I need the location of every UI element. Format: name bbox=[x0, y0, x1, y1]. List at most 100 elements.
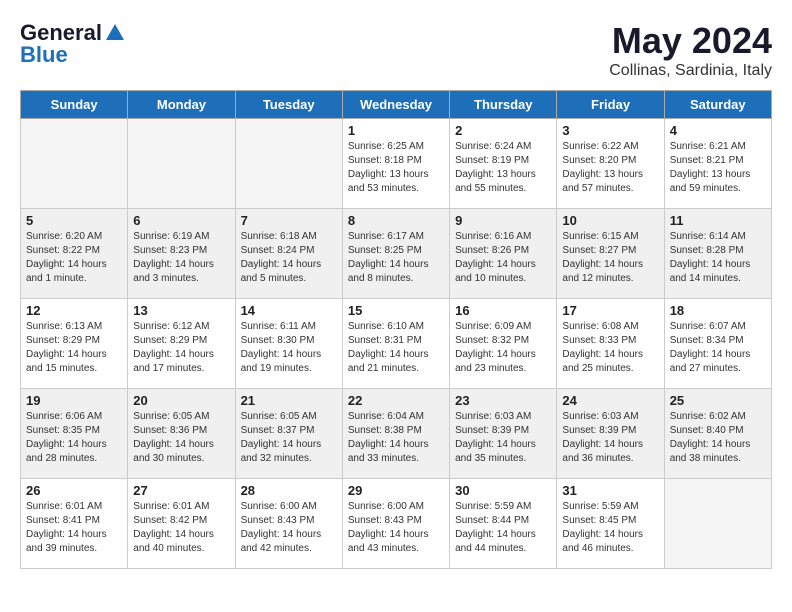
day-number: 28 bbox=[241, 483, 337, 498]
day-number: 4 bbox=[670, 123, 766, 138]
calendar-week-5: 26Sunrise: 6:01 AMSunset: 8:41 PMDayligh… bbox=[21, 479, 772, 569]
day-info: Sunrise: 6:20 AMSunset: 8:22 PMDaylight:… bbox=[26, 230, 122, 286]
calendar-day: 23 Sunrise: 6:03 AMSunset: 8:39 PMDayligh… bbox=[450, 389, 557, 479]
day-number: 6 bbox=[133, 213, 229, 228]
day-info: Sunrise: 6:06 AMSunset: 8:35 PMDaylight:… bbox=[26, 410, 122, 466]
calendar-week-4: 19 Sunrise: 6:06 AMSunset: 8:35 PMDayligh… bbox=[21, 389, 772, 479]
calendar-day: 2 Sunrise: 6:24 AMSunset: 8:19 PMDaylight… bbox=[450, 119, 557, 209]
day-number: 16 bbox=[455, 303, 551, 318]
day-info: Sunrise: 6:15 AMSunset: 8:27 PMDaylight:… bbox=[562, 230, 658, 286]
day-info: Sunrise: 6:17 AMSunset: 8:25 PMDaylight:… bbox=[348, 230, 444, 286]
day-number: 24 bbox=[562, 393, 658, 408]
day-number: 25 bbox=[670, 393, 766, 408]
day-info: Sunrise: 6:10 AMSunset: 8:31 PMDaylight:… bbox=[348, 320, 444, 376]
calendar-day bbox=[235, 119, 342, 209]
weekday-header-wednesday: Wednesday bbox=[342, 91, 449, 119]
day-info: Sunrise: 6:03 AMSunset: 8:39 PMDaylight:… bbox=[562, 410, 658, 466]
day-number: 10 bbox=[562, 213, 658, 228]
day-number: 29 bbox=[348, 483, 444, 498]
day-number: 21 bbox=[241, 393, 337, 408]
day-number: 22 bbox=[348, 393, 444, 408]
calendar-day: 16 Sunrise: 6:09 AMSunset: 8:32 PMDayligh… bbox=[450, 299, 557, 389]
calendar-day: 12Sunrise: 6:13 AMSunset: 8:29 PMDayligh… bbox=[21, 299, 128, 389]
day-number: 13 bbox=[133, 303, 229, 318]
day-info: Sunrise: 6:18 AMSunset: 8:24 PMDaylight:… bbox=[241, 230, 337, 286]
calendar-day bbox=[21, 119, 128, 209]
month-title: May 2024 bbox=[609, 20, 772, 62]
calendar-day: 10 Sunrise: 6:15 AMSunset: 8:27 PMDayligh… bbox=[557, 209, 664, 299]
calendar-day bbox=[664, 479, 771, 569]
calendar-day: 20 Sunrise: 6:05 AMSunset: 8:36 PMDayligh… bbox=[128, 389, 235, 479]
calendar-day: 1 Sunrise: 6:25 AMSunset: 8:18 PMDaylight… bbox=[342, 119, 449, 209]
day-info: Sunrise: 6:04 AMSunset: 8:38 PMDaylight:… bbox=[348, 410, 444, 466]
calendar-day: 28 Sunrise: 6:00 AMSunset: 8:43 PMDayligh… bbox=[235, 479, 342, 569]
calendar-day: 19 Sunrise: 6:06 AMSunset: 8:35 PMDayligh… bbox=[21, 389, 128, 479]
calendar-day: 4 Sunrise: 6:21 AMSunset: 8:21 PMDaylight… bbox=[664, 119, 771, 209]
day-number: 5 bbox=[26, 213, 122, 228]
day-info: Sunrise: 6:01 AMSunset: 8:41 PMDaylight:… bbox=[26, 500, 122, 556]
day-info: Sunrise: 6:05 AMSunset: 8:37 PMDaylight:… bbox=[241, 410, 337, 466]
day-info: Sunrise: 6:07 AMSunset: 8:34 PMDaylight:… bbox=[670, 320, 766, 376]
calendar-day bbox=[128, 119, 235, 209]
weekday-header-tuesday: Tuesday bbox=[235, 91, 342, 119]
calendar-day: 17 Sunrise: 6:08 AMSunset: 8:33 PMDayligh… bbox=[557, 299, 664, 389]
calendar-day: 24 Sunrise: 6:03 AMSunset: 8:39 PMDayligh… bbox=[557, 389, 664, 479]
weekday-header-friday: Friday bbox=[557, 91, 664, 119]
day-number: 1 bbox=[348, 123, 444, 138]
day-info: Sunrise: 5:59 AMSunset: 8:44 PMDaylight:… bbox=[455, 500, 551, 556]
calendar-day: 7 Sunrise: 6:18 AMSunset: 8:24 PMDaylight… bbox=[235, 209, 342, 299]
calendar-day: 30 Sunrise: 5:59 AMSunset: 8:44 PMDayligh… bbox=[450, 479, 557, 569]
day-number: 31 bbox=[562, 483, 658, 498]
calendar-day: 5 Sunrise: 6:20 AMSunset: 8:22 PMDaylight… bbox=[21, 209, 128, 299]
day-number: 3 bbox=[562, 123, 658, 138]
day-number: 12 bbox=[26, 303, 122, 318]
day-number: 17 bbox=[562, 303, 658, 318]
day-number: 23 bbox=[455, 393, 551, 408]
day-number: 8 bbox=[348, 213, 444, 228]
day-number: 14 bbox=[241, 303, 337, 318]
day-info: Sunrise: 6:08 AMSunset: 8:33 PMDaylight:… bbox=[562, 320, 658, 376]
day-number: 9 bbox=[455, 213, 551, 228]
day-info: Sunrise: 5:59 AMSunset: 8:45 PMDaylight:… bbox=[562, 500, 658, 556]
title-block: May 2024 Collinas, Sardinia, Italy bbox=[609, 20, 772, 80]
calendar-day: 3 Sunrise: 6:22 AMSunset: 8:20 PMDaylight… bbox=[557, 119, 664, 209]
calendar-day: 22 Sunrise: 6:04 AMSunset: 8:38 PMDayligh… bbox=[342, 389, 449, 479]
calendar-day: 13 Sunrise: 6:12 AMSunset: 8:29 PMDayligh… bbox=[128, 299, 235, 389]
logo-icon bbox=[104, 22, 126, 44]
calendar-day: 14Sunrise: 6:11 AMSunset: 8:30 PMDayligh… bbox=[235, 299, 342, 389]
day-info: Sunrise: 6:25 AMSunset: 8:18 PMDaylight:… bbox=[348, 140, 444, 196]
day-number: 30 bbox=[455, 483, 551, 498]
day-info: Sunrise: 6:14 AMSunset: 8:28 PMDaylight:… bbox=[670, 230, 766, 286]
calendar-day: 18Sunrise: 6:07 AMSunset: 8:34 PMDayligh… bbox=[664, 299, 771, 389]
day-number: 15 bbox=[348, 303, 444, 318]
day-number: 2 bbox=[455, 123, 551, 138]
location: Collinas, Sardinia, Italy bbox=[609, 62, 772, 80]
day-info: Sunrise: 6:00 AMSunset: 8:43 PMDaylight:… bbox=[241, 500, 337, 556]
calendar-day: 31 Sunrise: 5:59 AMSunset: 8:45 PMDayligh… bbox=[557, 479, 664, 569]
calendar-day: 26Sunrise: 6:01 AMSunset: 8:41 PMDayligh… bbox=[21, 479, 128, 569]
day-info: Sunrise: 6:22 AMSunset: 8:20 PMDaylight:… bbox=[562, 140, 658, 196]
day-number: 7 bbox=[241, 213, 337, 228]
day-info: Sunrise: 6:21 AMSunset: 8:21 PMDaylight:… bbox=[670, 140, 766, 196]
weekday-header-thursday: Thursday bbox=[450, 91, 557, 119]
day-number: 20 bbox=[133, 393, 229, 408]
day-info: Sunrise: 6:09 AMSunset: 8:32 PMDaylight:… bbox=[455, 320, 551, 376]
calendar-day: 21 Sunrise: 6:05 AMSunset: 8:37 PMDayligh… bbox=[235, 389, 342, 479]
day-number: 19 bbox=[26, 393, 122, 408]
page-header: General Blue May 2024 Collinas, Sardinia… bbox=[20, 20, 772, 80]
day-info: Sunrise: 6:12 AMSunset: 8:29 PMDaylight:… bbox=[133, 320, 229, 376]
calendar-day: 8 Sunrise: 6:17 AMSunset: 8:25 PMDaylight… bbox=[342, 209, 449, 299]
weekday-header-saturday: Saturday bbox=[664, 91, 771, 119]
calendar-day: 11Sunrise: 6:14 AMSunset: 8:28 PMDayligh… bbox=[664, 209, 771, 299]
calendar-day: 25 Sunrise: 6:02 AMSunset: 8:40 PMDayligh… bbox=[664, 389, 771, 479]
calendar-header-row: SundayMondayTuesdayWednesdayThursdayFrid… bbox=[21, 91, 772, 119]
day-info: Sunrise: 6:00 AMSunset: 8:43 PMDaylight:… bbox=[348, 500, 444, 556]
day-info: Sunrise: 6:03 AMSunset: 8:39 PMDaylight:… bbox=[455, 410, 551, 466]
day-info: Sunrise: 6:05 AMSunset: 8:36 PMDaylight:… bbox=[133, 410, 229, 466]
calendar-week-1: 1 Sunrise: 6:25 AMSunset: 8:18 PMDaylight… bbox=[21, 119, 772, 209]
calendar-week-3: 12Sunrise: 6:13 AMSunset: 8:29 PMDayligh… bbox=[21, 299, 772, 389]
day-info: Sunrise: 6:02 AMSunset: 8:40 PMDaylight:… bbox=[670, 410, 766, 466]
calendar-day: 27Sunrise: 6:01 AMSunset: 8:42 PMDayligh… bbox=[128, 479, 235, 569]
day-info: Sunrise: 6:19 AMSunset: 8:23 PMDaylight:… bbox=[133, 230, 229, 286]
day-info: Sunrise: 6:24 AMSunset: 8:19 PMDaylight:… bbox=[455, 140, 551, 196]
